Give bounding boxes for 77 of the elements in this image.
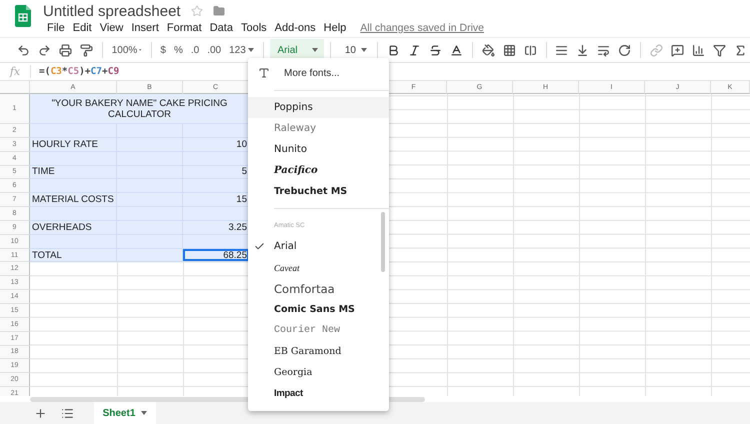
font-item[interactable]: Caveat bbox=[248, 257, 389, 278]
sheet-tab[interactable]: Sheet1 bbox=[94, 402, 156, 424]
table-cell: 68.25 bbox=[183, 248, 249, 262]
caret-icon bbox=[141, 411, 148, 415]
text-color-icon bbox=[450, 44, 463, 56]
formula-field[interactable]: =(C3*C5)+C7+C9 bbox=[31, 66, 120, 77]
font-item[interactable]: Nunito bbox=[248, 139, 389, 160]
font-item[interactable]: EB Garamond bbox=[248, 341, 389, 362]
menu-item[interactable]: Edit bbox=[68, 22, 96, 34]
font-item[interactable]: Trebuchet MS bbox=[248, 181, 389, 202]
currency-button[interactable]: $ bbox=[157, 40, 169, 60]
table-cell-text: HOURLY RATE bbox=[31, 138, 99, 151]
font-item[interactable]: Impact bbox=[248, 383, 389, 404]
wrap-icon bbox=[597, 44, 610, 56]
list-icon bbox=[61, 406, 74, 420]
table-cell-text: 10 bbox=[235, 138, 248, 151]
strikethrough-icon bbox=[428, 44, 442, 56]
comment-icon bbox=[671, 44, 684, 56]
increase-decimals-button[interactable]: .00 bbox=[204, 40, 224, 60]
caret-icon bbox=[361, 48, 368, 52]
menu-item[interactable]: Format bbox=[162, 22, 206, 34]
star-icon[interactable] bbox=[190, 5, 203, 17]
folder-icon[interactable] bbox=[212, 5, 225, 17]
font-add-icon bbox=[258, 67, 270, 79]
link-icon bbox=[650, 44, 664, 56]
align-icon bbox=[555, 44, 568, 56]
number-format-dropdown[interactable]: 123 bbox=[226, 40, 257, 60]
table-cell-text: TOTAL bbox=[31, 248, 63, 262]
table-cell-text: OVERHEADS bbox=[31, 220, 93, 234]
menu-item[interactable]: Help bbox=[320, 22, 350, 34]
functions-icon bbox=[734, 44, 748, 56]
menu-item[interactable]: Data bbox=[206, 22, 237, 34]
font-item[interactable]: Courier New bbox=[248, 320, 389, 341]
paint-format-icon bbox=[80, 44, 93, 56]
font-item[interactable]: Comfortaa bbox=[248, 278, 389, 299]
table-cell-text: TIME bbox=[31, 166, 56, 178]
table-cell-text: MATERIAL COSTS bbox=[31, 193, 115, 206]
font-item[interactable]: Georgia bbox=[248, 362, 389, 383]
save-status-link[interactable]: All changes saved in Drive bbox=[360, 22, 484, 34]
document-title[interactable]: Untitled spreadsheet bbox=[43, 2, 181, 20]
more-fonts-item[interactable]: More fonts... bbox=[248, 62, 389, 84]
table-cell-text: 5 bbox=[240, 166, 248, 178]
redo-icon bbox=[38, 44, 51, 56]
print-icon bbox=[59, 44, 72, 56]
font-item[interactable]: Pacifico bbox=[248, 160, 389, 181]
caret-icon bbox=[312, 48, 318, 52]
scrollbar-thumb[interactable] bbox=[381, 212, 385, 272]
percent-button[interactable]: % bbox=[170, 40, 186, 60]
undo-icon bbox=[17, 44, 30, 56]
zoom-dropdown[interactable]: 100% bbox=[108, 40, 145, 60]
table-cell: "YOUR BAKERY NAME" CAKE PRICING CALCULATOR bbox=[30, 94, 249, 124]
vertical-align-icon bbox=[576, 44, 590, 56]
table-cell-text: 15 bbox=[235, 193, 248, 206]
menu-item[interactable]: File bbox=[43, 22, 69, 34]
caret-icon bbox=[248, 48, 254, 52]
italic-icon bbox=[408, 44, 421, 56]
font-item[interactable]: Poppins bbox=[248, 97, 389, 118]
font-item[interactable]: Comic Sans MS bbox=[248, 299, 389, 320]
menu-item[interactable]: Insert bbox=[127, 22, 163, 34]
menu-item[interactable]: View bbox=[96, 22, 128, 34]
font-item[interactable]: Raleway bbox=[248, 118, 389, 139]
app-logo[interactable] bbox=[15, 5, 31, 27]
chart-icon bbox=[692, 44, 706, 56]
borders-icon bbox=[502, 44, 516, 56]
menu-item[interactable]: Tools bbox=[236, 22, 271, 34]
decrease-decimals-button[interactable]: .0 bbox=[188, 40, 202, 60]
fx-label: fx bbox=[0, 65, 31, 78]
font-item[interactable]: Arial bbox=[248, 236, 389, 257]
fill-color-icon bbox=[482, 44, 495, 56]
filter-icon bbox=[713, 44, 726, 56]
merge-icon bbox=[524, 44, 537, 56]
table-cell-text: 3.25 bbox=[228, 220, 248, 234]
add-icon bbox=[34, 406, 47, 420]
rotate-icon bbox=[618, 44, 632, 56]
menu-item[interactable]: Add-ons bbox=[270, 22, 320, 34]
font-size-dropdown[interactable]: 10 bbox=[336, 39, 372, 61]
bold-icon bbox=[386, 44, 400, 56]
